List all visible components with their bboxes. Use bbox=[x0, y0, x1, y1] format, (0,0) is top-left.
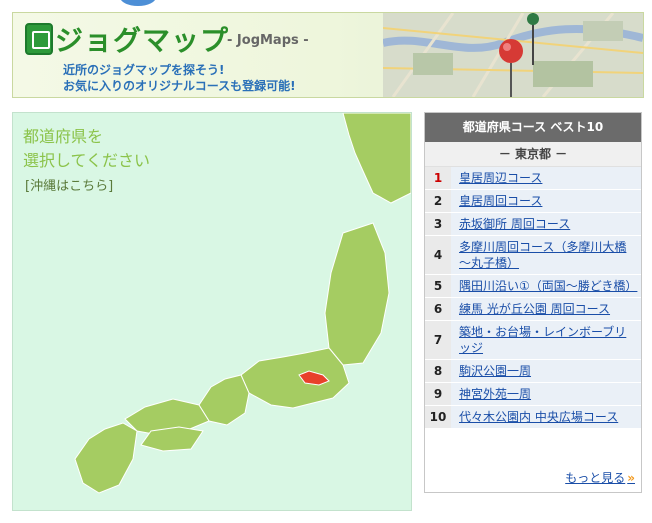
ranking-row: 2 皇居周回コース bbox=[425, 190, 641, 213]
course-link[interactable]: 皇居周回コース bbox=[451, 190, 641, 212]
prefecture-ranking-panel: 都道府県コース ベスト10 － 東京都 － 1 皇居周辺コース 2 皇居周回コー… bbox=[424, 112, 642, 493]
rank-number: 10 bbox=[425, 406, 451, 428]
rank-number: 7 bbox=[425, 321, 451, 359]
course-link[interactable]: 隅田川沿い①（両国～勝どき橋） bbox=[451, 275, 641, 297]
ranking-header: 都道府県コース ベスト10 bbox=[425, 113, 641, 142]
course-link[interactable]: 練馬 光が丘公園 周回コース bbox=[451, 298, 641, 320]
more-label: もっと見る bbox=[565, 471, 626, 485]
ranking-row: 6 練馬 光が丘公園 周回コース bbox=[425, 298, 641, 321]
banner-tagline-2: お気に入りのオリジナルコースも登録可能! bbox=[63, 79, 296, 93]
ranking-row: 5 隅田川沿い①（両国～勝どき橋） bbox=[425, 275, 641, 298]
top-decoration bbox=[120, 0, 156, 6]
banner-map-image bbox=[383, 13, 643, 97]
banner-tagline-1: 近所のジョグマップを探そう! bbox=[63, 63, 225, 77]
prompt-line-1: 都道府県を bbox=[23, 127, 104, 146]
ranking-row: 8 駒沢公園一周 bbox=[425, 360, 641, 383]
ranking-row: 4 多摩川周回コース（多摩川大橋～丸子橋） bbox=[425, 236, 641, 275]
rank-number: 9 bbox=[425, 383, 451, 405]
course-link[interactable]: 代々木公園内 中央広場コース bbox=[451, 406, 641, 428]
course-link[interactable]: 皇居周辺コース bbox=[451, 167, 641, 189]
ranking-row: 3 赤坂御所 周回コース bbox=[425, 213, 641, 236]
okinawa-link[interactable]: [沖縄はこちら] bbox=[25, 175, 113, 194]
rank-number: 3 bbox=[425, 213, 451, 235]
jogmaps-logo-icon bbox=[25, 23, 53, 55]
kanto-chubu-region[interactable] bbox=[240, 347, 350, 409]
rank-number: 4 bbox=[425, 236, 451, 274]
hokkaido-region[interactable] bbox=[342, 113, 411, 204]
ranking-prefecture: － 東京都 － bbox=[425, 142, 641, 167]
course-link[interactable]: 駒沢公園一周 bbox=[451, 360, 641, 382]
ranking-row: 9 神宮外苑一周 bbox=[425, 383, 641, 406]
ranking-row: 10 代々木公園内 中央広場コース bbox=[425, 406, 641, 429]
banner-subtitle: - JogMaps - bbox=[227, 33, 309, 48]
ranking-row: 7 築地・お台場・レインボーブリッジ bbox=[425, 321, 641, 360]
jogmaps-banner[interactable]: ジョグマップ - JogMaps - 近所のジョグマップを探そう! お気に入りの… bbox=[12, 12, 644, 98]
course-link[interactable]: 多摩川周回コース（多摩川大橋～丸子橋） bbox=[451, 236, 641, 274]
rank-number: 1 bbox=[425, 167, 451, 189]
select-prefecture-prompt: 都道府県を 選択してください bbox=[23, 125, 150, 173]
rank-number: 8 bbox=[425, 360, 451, 382]
prefecture-map-panel: 都道府県を 選択してください [沖縄はこちら] bbox=[12, 112, 412, 511]
banner-title: ジョグマップ bbox=[55, 24, 230, 57]
more-link[interactable]: もっと見る» bbox=[565, 469, 635, 486]
course-link[interactable]: 赤坂御所 周回コース bbox=[451, 213, 641, 235]
prompt-line-2: 選択してください bbox=[23, 151, 151, 170]
tohoku-region[interactable] bbox=[324, 222, 390, 366]
rank-number: 5 bbox=[425, 275, 451, 297]
double-chevron-right-icon: » bbox=[627, 471, 635, 485]
rank-number: 6 bbox=[425, 298, 451, 320]
rank-number: 2 bbox=[425, 190, 451, 212]
ranking-row: 1 皇居周辺コース bbox=[425, 167, 641, 190]
course-link[interactable]: 築地・お台場・レインボーブリッジ bbox=[451, 321, 641, 359]
course-link[interactable]: 神宮外苑一周 bbox=[451, 383, 641, 405]
kyushu-region[interactable] bbox=[74, 422, 138, 494]
